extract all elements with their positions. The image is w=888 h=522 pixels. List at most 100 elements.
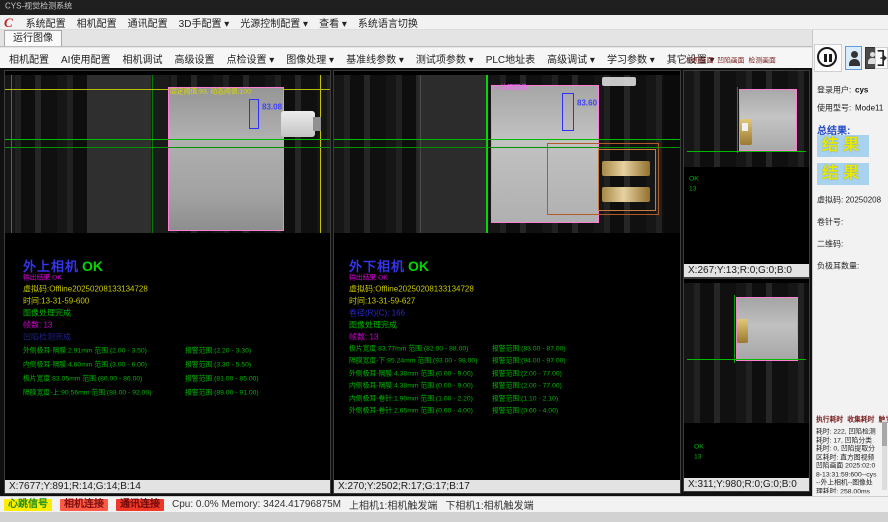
window-bottom-edge	[0, 512, 888, 522]
time-line: 时间:13-31-59-600	[23, 297, 89, 307]
view-tab-camera[interactable]: 相机画面	[686, 57, 713, 64]
camera-name: 外上相机	[23, 259, 79, 274]
tool-image-processing[interactable]: 图像处理 ▾	[286, 51, 334, 66]
menu-comm-config[interactable]: 通讯配置	[128, 15, 168, 30]
overlay-green-vline	[734, 295, 735, 363]
right-sidebar: 登录用户: cys 使用型号: Mode11 总结果: 结果 结果 虚拟码: 2…	[812, 30, 888, 496]
barcode-line: 虚拟码:Offline20250208133134728	[349, 285, 474, 295]
tool-camera-config[interactable]: 相机配置	[9, 51, 49, 66]
tab-run-image[interactable]: 运行图像	[4, 30, 62, 46]
qr-code-label: 二维码:	[817, 240, 843, 250]
model-value: Mode11	[855, 104, 883, 114]
thumb-top-panel: OK 13 X:267;Y:13;R:0;G:0;B:0	[683, 70, 810, 278]
result-ok-badge: OK	[408, 258, 429, 274]
measurement-row: 内侧极耳-卷针:1.90mm 范围:(1.00 - 2.20)	[349, 395, 473, 402]
lower-camera-status: 下相机1:相机触发端	[445, 497, 533, 512]
tab-glow	[602, 161, 650, 176]
camera-name: 外下相机	[349, 259, 405, 274]
toolbar: 相机配置 AI使用配置 相机调试 高级设置 点检设置 ▾ 图像处理 ▾ 基准线参…	[0, 47, 812, 68]
menu-view[interactable]: 查看 ▾	[319, 15, 347, 30]
tool-plc-address-table[interactable]: PLC地址表	[486, 51, 535, 66]
stats-scrollbar[interactable]	[882, 420, 887, 490]
tool-advanced-debug[interactable]: 高级调试 ▾	[547, 51, 595, 66]
output-result-line: 输出结果:OK	[349, 274, 388, 281]
thumb-status-line: 13	[689, 185, 697, 192]
menu-light-config[interactable]: 光源控制配置 ▾	[240, 15, 308, 30]
title-bar: CYS-视觉检测系统	[0, 0, 888, 15]
app-logo-icon: C	[4, 16, 13, 29]
comm-connection-badge: 通讯连接	[116, 499, 164, 511]
thumb-bottom-image[interactable]	[684, 283, 809, 423]
menu-system-config[interactable]: 系统配置	[26, 15, 66, 30]
stats-scrollbar-thumb[interactable]	[882, 422, 887, 446]
machine-band	[664, 75, 680, 233]
frame-count-line: 帧数: 13	[23, 321, 52, 331]
tab-glow	[737, 319, 748, 343]
upper-camera-status: 上相机1:相机触发端	[349, 497, 437, 512]
alarm-range: 报警范围:(1.10 - 2.10)	[492, 395, 558, 402]
tab-row: 运行图像	[0, 30, 812, 47]
output-result-line: 输出结果:OK	[23, 274, 62, 281]
camera-result-title: 外下相机OK	[349, 256, 429, 275]
measurement-row: 内侧极耳-隔膜:4.60mm 范围:(3.00 - 6.00)	[23, 361, 147, 368]
menu-camera-config[interactable]: 相机配置	[77, 15, 117, 30]
thumb-top-image[interactable]	[684, 71, 809, 167]
view-tab-detect[interactable]: 检测画面	[749, 57, 776, 64]
tool-advanced-settings[interactable]: 高级设置	[174, 51, 214, 66]
process-done-line: 图像处理完成	[23, 309, 71, 319]
model-label: 使用型号:	[817, 104, 851, 114]
left-camera-image[interactable]: 固定阈值:93, 动态阈值:100 83.08	[5, 75, 330, 233]
glare-spot	[742, 123, 748, 131]
exit-door-icon	[876, 49, 887, 67]
view-tabs: 相机画面 凹陷画面 检测画面	[686, 57, 776, 64]
tool-baseline-params[interactable]: 基准线参数 ▾	[346, 51, 404, 66]
user-icon	[851, 51, 858, 58]
pause-button[interactable]	[814, 44, 842, 72]
user-mode-button[interactable]	[845, 46, 862, 70]
frame-count-line: 帧数: 13	[349, 333, 378, 343]
overlay-green-hline	[5, 139, 330, 140]
window-title: CYS-视觉检测系统	[5, 2, 72, 12]
measurement-row: 极片宽度:83.77mm 范围:(82.00 - 88.00)	[349, 345, 468, 352]
alarm-range: 报警范围:(2.20 - 3.30)	[185, 347, 251, 354]
overlay-green-hline	[687, 151, 806, 152]
heartbeat-badge: 心跳信号	[4, 499, 52, 511]
stats-tabs: 执行耗时 收集耗时 触发耗时	[816, 416, 888, 423]
time-line: 时间:13-31-59-627	[349, 297, 415, 307]
pin-number-label: 卷针号:	[817, 218, 843, 228]
pixel-info-strip: X:267;Y:13;R:0;G:0;B:0	[684, 264, 809, 277]
measurement-row: 外侧极耳-隔膜:2.91mm 范围:(2.00 - 3.50)	[23, 347, 147, 354]
menu-language-switch[interactable]: 系统语言切换	[358, 15, 418, 30]
tool-test-params[interactable]: 测试项参数 ▾	[416, 51, 474, 66]
user-value: cys	[855, 86, 868, 96]
overlay-green-hline	[687, 359, 806, 360]
measure-box	[562, 93, 574, 131]
view-tab-dent[interactable]: 凹陷画面	[717, 57, 744, 64]
overlay-green-vline	[737, 87, 738, 153]
stats-body: 耗时: 222, 凹陷检测耗时: 17, 凹陷分类耗时: 0, 凹陷提取分区耗时…	[816, 428, 877, 493]
thumb-status-line: OK	[694, 443, 704, 450]
tool-spotcheck-settings[interactable]: 点检设置 ▾	[226, 51, 274, 66]
center-camera-image[interactable]: AI处理图像 83.60	[334, 75, 680, 233]
menu-robot-config[interactable]: 3D手配置 ▾	[179, 15, 230, 30]
gripper-part	[281, 111, 315, 137]
overlay-green-hline	[334, 147, 680, 148]
thumb-status-line: OK	[689, 175, 699, 182]
camera-result-title: 外上相机OK	[23, 256, 103, 275]
tool-learning-params[interactable]: 学习参数 ▾	[607, 51, 655, 66]
measurement-row: 内侧极耳-隔膜:4.38mm 范围:(0.00 - 9.00)	[349, 382, 473, 389]
alarm-range: 报警范围:(2.00 - 77.00)	[492, 382, 562, 389]
pixel-info-strip: X:311;Y:980;R:0;G:0;B:0	[684, 478, 809, 491]
tool-ai-usage-config[interactable]: AI使用配置	[61, 51, 110, 66]
pixel-info-strip: X:270;Y:2502;R:17;G:17;B:17	[334, 480, 680, 493]
alarm-range: 报警范围:(2.00 - 77.00)	[492, 370, 562, 377]
overlay-yellow-vline	[320, 75, 321, 233]
stats-tab-exec[interactable]: 执行耗时	[816, 416, 843, 423]
pause-icon	[817, 47, 837, 67]
tool-camera-debug[interactable]: 相机调试	[122, 51, 162, 66]
sidebar-barcode: 虚拟码: 20250208	[817, 196, 881, 206]
result-display-2: 结果	[817, 163, 869, 185]
exit-button[interactable]	[875, 47, 888, 69]
thumb-bottom-panel: OK 13 X:311;Y:980;R:0;G:0;B:0	[683, 278, 810, 492]
stats-tab-collect[interactable]: 收集耗时	[847, 416, 874, 423]
